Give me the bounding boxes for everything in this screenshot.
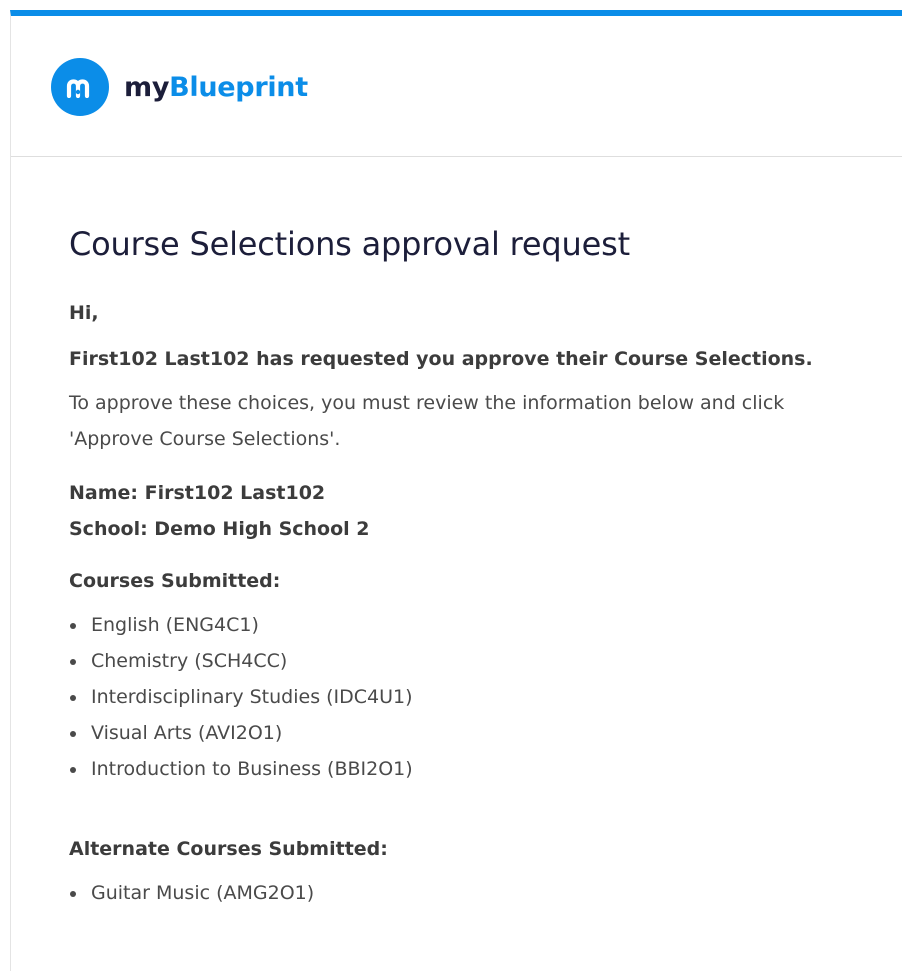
- brand-name-suffix: Blueprint: [169, 71, 308, 103]
- myblueprint-m-logo-icon: [51, 58, 109, 116]
- list-item: Introduction to Business (BBI2O1): [69, 751, 882, 787]
- list-item: Guitar Music (AMG2O1): [69, 875, 882, 911]
- course-name: Chemistry (SCH4CC): [91, 650, 288, 672]
- alternates-list: Guitar Music (AMG2O1): [69, 875, 882, 911]
- bullet-icon: [70, 731, 76, 737]
- email-body: Course Selections approval request Hi, F…: [11, 225, 902, 911]
- course-name: English (ENG4C1): [91, 614, 259, 636]
- student-school: School: Demo High School 2: [69, 518, 370, 540]
- list-item: English (ENG4C1): [69, 607, 882, 643]
- list-item: Visual Arts (AVI2O1): [69, 715, 882, 751]
- bullet-icon: [70, 767, 76, 773]
- instructions-text: To approve these choices, you must revie…: [69, 392, 785, 450]
- course-name: Interdisciplinary Studies (IDC4U1): [91, 686, 413, 708]
- list-item: Interdisciplinary Studies (IDC4U1): [69, 679, 882, 715]
- student-name: Name: First102 Last102: [69, 482, 326, 504]
- course-name: Guitar Music (AMG2O1): [91, 882, 315, 904]
- course-name: Introduction to Business (BBI2O1): [91, 758, 413, 780]
- brand-wordmark: myBlueprint: [124, 74, 308, 101]
- email-title: Course Selections approval request: [69, 225, 630, 263]
- bullet-icon: [70, 659, 76, 665]
- bullet-icon: [70, 695, 76, 701]
- courses-list: English (ENG4C1) Chemistry (SCH4CC) Inte…: [69, 607, 882, 787]
- course-name: Visual Arts (AVI2O1): [91, 722, 283, 744]
- greeting: Hi,: [69, 302, 99, 324]
- student-info: Name: First102 Last102 School: Demo High…: [69, 475, 882, 547]
- email-header: myBlueprint: [11, 16, 902, 157]
- alternates-heading: Alternate Courses Submitted:: [69, 838, 388, 860]
- courses-heading: Courses Submitted:: [69, 570, 281, 592]
- request-line: First102 Last102 has requested you appro…: [69, 348, 813, 370]
- brand-name-prefix: my: [124, 71, 170, 103]
- bullet-icon: [70, 891, 76, 897]
- bullet-icon: [70, 623, 76, 629]
- email-frame: myBlueprint Course Selections approval r…: [10, 10, 902, 971]
- list-item: Chemistry (SCH4CC): [69, 643, 882, 679]
- myblueprint-logo: myBlueprint: [51, 58, 308, 116]
